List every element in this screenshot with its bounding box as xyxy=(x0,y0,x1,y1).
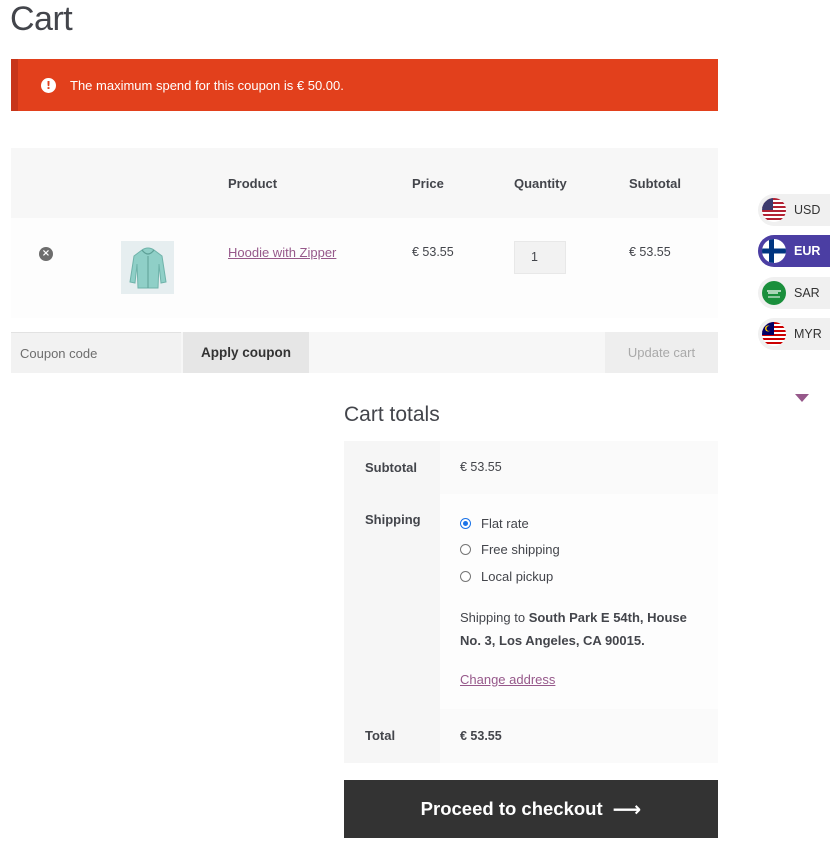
error-message: The maximum spend for this coupon is € 5… xyxy=(70,77,344,93)
product-subtotal: € 53.55 xyxy=(629,245,671,259)
subtotal-value: € 53.55 xyxy=(440,441,718,494)
currency-eur[interactable]: EUR xyxy=(758,235,830,267)
currency-myr[interactable]: MYR xyxy=(758,318,830,350)
shipping-to-prefix: Shipping to xyxy=(460,609,526,625)
proceed-to-checkout-button[interactable]: Proceed to checkout ⟶ xyxy=(344,780,718,838)
currency-code: SAR xyxy=(794,286,820,300)
header-subtotal: Subtotal xyxy=(629,175,681,191)
apply-coupon-button[interactable]: Apply coupon xyxy=(183,332,309,373)
malaysia-flag-icon xyxy=(762,322,786,346)
radio-free-shipping[interactable] xyxy=(460,544,471,556)
shipping-options: Flat rate Free shipping Local pickup Shi… xyxy=(440,494,718,709)
shipping-option-flat-rate[interactable]: Flat rate xyxy=(460,510,718,537)
saudi-flag-icon xyxy=(762,281,786,305)
subtotal-label: Subtotal xyxy=(344,441,440,494)
us-flag-icon xyxy=(762,198,786,222)
table-row: × Hoodie with Zipper € 53.55 1 € 53.55 xyxy=(11,218,718,318)
currency-sar[interactable]: SAR xyxy=(758,277,830,309)
arrow-right-icon: ⟶ xyxy=(612,797,642,821)
shipping-label: Shipping xyxy=(344,494,440,709)
currency-code: USD xyxy=(794,203,821,217)
remove-item-icon[interactable]: × xyxy=(39,247,53,261)
cart-table-header: Product Price Quantity Subtotal xyxy=(11,148,718,218)
error-notice: ! The maximum spend for this coupon is €… xyxy=(11,59,718,111)
totals-total-row: Total € 53.55 xyxy=(344,709,718,763)
shipping-destination: Shipping to South Park E 54th, House No.… xyxy=(460,606,700,652)
product-thumbnail[interactable] xyxy=(121,241,174,294)
header-price: Price xyxy=(412,175,444,191)
product-name-link[interactable]: Hoodie with Zipper xyxy=(228,245,336,260)
total-value: € 53.55 xyxy=(440,709,718,763)
radio-flat-rate[interactable] xyxy=(460,517,471,529)
cart-totals-table: Subtotal € 53.55 Shipping Flat rate Free… xyxy=(344,441,718,763)
shipping-option-pickup[interactable]: Local pickup xyxy=(460,563,718,590)
shipping-option-label: Local pickup xyxy=(481,568,554,584)
product-price: € 53.55 xyxy=(412,245,454,259)
quantity-input[interactable]: 1 xyxy=(514,241,566,274)
header-quantity: Quantity xyxy=(514,175,567,191)
exclamation-icon: ! xyxy=(41,77,56,93)
update-cart-button[interactable]: Update cart xyxy=(605,332,718,373)
chevron-down-icon[interactable] xyxy=(795,394,809,402)
totals-shipping-row: Shipping Flat rate Free shipping Local p… xyxy=(344,494,718,709)
total-label: Total xyxy=(344,709,440,763)
coupon-code-input[interactable]: Coupon code xyxy=(11,332,181,373)
currency-usd[interactable]: USD xyxy=(758,194,830,226)
checkout-label: Proceed to checkout xyxy=(420,798,603,819)
radio-local-pickup[interactable] xyxy=(460,570,471,582)
currency-code: EUR xyxy=(794,244,821,258)
cart-table: Product Price Quantity Subtotal × Hoodie… xyxy=(11,148,718,318)
cart-totals-title: Cart totals xyxy=(344,403,440,426)
page-title: Cart xyxy=(10,0,73,38)
totals-subtotal-row: Subtotal € 53.55 xyxy=(344,441,718,494)
currency-code: MYR xyxy=(794,327,822,341)
cart-actions: Coupon code Apply coupon Update cart xyxy=(11,332,718,373)
header-product: Product xyxy=(228,175,278,191)
shipping-option-label: Free shipping xyxy=(481,542,560,558)
finland-flag-icon xyxy=(762,239,786,263)
shipping-option-label: Flat rate xyxy=(481,515,529,531)
hoodie-image xyxy=(128,247,167,288)
shipping-option-free[interactable]: Free shipping xyxy=(460,537,718,564)
change-address-link[interactable]: Change address xyxy=(460,672,555,687)
